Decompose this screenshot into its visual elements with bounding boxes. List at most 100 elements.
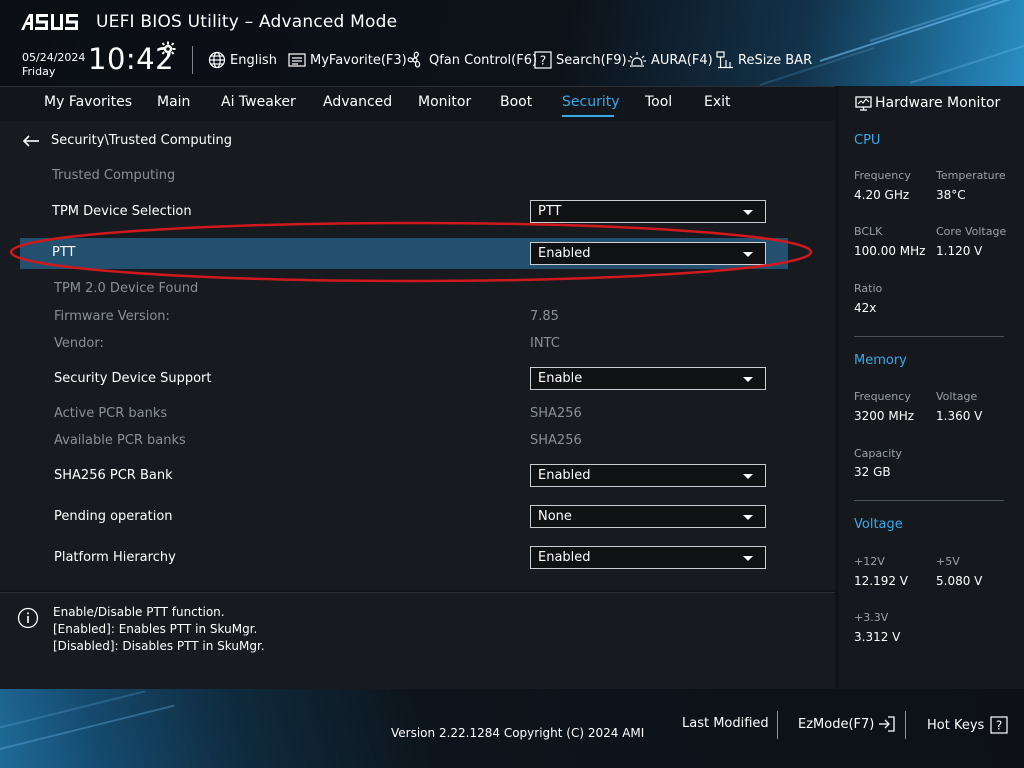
menu-bar: My Favorites Main Ai Tweaker Advanced Mo… <box>0 86 835 122</box>
resize-bar-button[interactable]: ReSize BAR <box>716 50 812 70</box>
platform-hierarchy-dropdown[interactable]: Enabled <box>530 546 766 569</box>
vendor-label: Vendor: <box>54 336 104 351</box>
aura-button[interactable]: AURA(F4) <box>627 50 713 70</box>
exit-to-ezmode-icon <box>879 716 896 732</box>
available-pcr-banks-value: SHA256 <box>530 433 582 448</box>
bclk-label: BCLK <box>854 225 883 238</box>
ptt-dropdown[interactable]: Enabled <box>530 242 766 265</box>
asus-logo <box>21 14 78 30</box>
memory-frequency-value: 3200 MHz <box>854 409 915 423</box>
capacity-value: 32 GB <box>854 465 891 479</box>
app-title: UEFI BIOS Utility – Advanced Mode <box>96 12 398 32</box>
bclk-value: 100.00 MHz <box>854 244 926 258</box>
voltage-heading: Voltage <box>854 517 903 532</box>
ezmode-button[interactable]: EzMode(F7) <box>798 716 896 732</box>
top-header: UEFI BIOS Utility – Advanced Mode 05/24/… <box>0 0 1024 86</box>
myfavorite-button[interactable]: MyFavorite(F3) <box>288 50 407 70</box>
firmware-version-value: 7.85 <box>530 309 559 324</box>
info-icon <box>17 607 39 629</box>
platform-hierarchy-value: Enabled <box>538 550 591 565</box>
version-text: Version 2.22.1284 Copyright (C) 2024 AMI <box>391 726 645 740</box>
tab-security[interactable]: Security <box>562 94 620 110</box>
v33-value: 3.312 V <box>854 630 901 644</box>
security-device-support-label: Security Device Support <box>54 371 212 386</box>
memory-frequency-label: Frequency <box>854 390 911 403</box>
pending-operation-dropdown[interactable]: None <box>530 505 766 528</box>
settings-pane: Security\Trusted Computing Trusted Compu… <box>0 121 835 590</box>
back-arrow-icon[interactable] <box>22 134 40 148</box>
cpu-temperature-label: Temperature <box>936 169 1006 182</box>
v12-label: +12V <box>854 555 885 568</box>
memory-voltage-value: 1.360 V <box>936 409 983 423</box>
ratio-label: Ratio <box>854 282 883 295</box>
tpm-device-selection-value: PTT <box>538 204 562 219</box>
hot-keys-button[interactable]: Hot Keys ? <box>927 716 1008 734</box>
decor-streak <box>819 0 1024 62</box>
v5-value: 5.080 V <box>936 574 983 588</box>
chevron-down-icon <box>743 210 753 215</box>
ezmode-label: EzMode(F7) <box>798 716 875 732</box>
footer-divider <box>905 711 906 739</box>
chevron-down-icon <box>743 556 753 561</box>
tab-ai-tweaker[interactable]: Ai Tweaker <box>221 94 296 110</box>
tab-exit[interactable]: Exit <box>704 94 731 110</box>
ratio-value: 42x <box>854 301 877 315</box>
cpu-frequency-label: Frequency <box>854 169 911 182</box>
qfan-label: Qfan Control(F6) <box>429 52 538 68</box>
last-modified-button[interactable]: Last Modified <box>682 716 769 731</box>
tpm-found-label: TPM 2.0 Device Found <box>54 281 199 296</box>
last-modified-label: Last Modified <box>682 716 769 731</box>
hardware-monitor-panel: Hardware Monitor CPU Frequency 4.20 GHz … <box>839 86 1024 689</box>
chevron-down-icon <box>743 515 753 520</box>
v33-label: +3.3V <box>854 611 889 624</box>
tab-main[interactable]: Main <box>157 94 190 110</box>
section-title: Trusted Computing <box>52 168 176 183</box>
footer-divider <box>777 711 778 739</box>
svg-text:?: ? <box>540 54 546 68</box>
help-text-line: [Enabled]: Enables PTT in SkuMgr. <box>53 622 258 636</box>
aura-light-icon <box>628 52 646 67</box>
memory-voltage-label: Voltage <box>936 390 978 403</box>
cpu-heading: CPU <box>854 133 881 148</box>
tab-monitor[interactable]: Monitor <box>418 94 471 110</box>
svg-text:?: ? <box>996 719 1002 733</box>
aura-label: AURA(F4) <box>651 52 713 68</box>
search-button[interactable]: ? Search(F9) <box>534 50 627 70</box>
capacity-label: Capacity <box>854 447 903 460</box>
pending-operation-value: None <box>538 509 572 524</box>
date-display: 05/24/2024 Friday <box>22 51 85 79</box>
search-label: Search(F9) <box>556 52 627 68</box>
firmware-version-label: Firmware Version: <box>54 309 170 324</box>
memory-heading: Memory <box>854 353 907 368</box>
core-voltage-value: 1.120 V <box>936 244 983 258</box>
header-divider <box>192 46 193 74</box>
v12-value: 12.192 V <box>854 574 909 588</box>
monitor-icon <box>855 96 872 111</box>
search-help-icon: ? <box>534 51 552 69</box>
active-pcr-banks-label: Active PCR banks <box>54 406 168 421</box>
available-pcr-banks-label: Available PCR banks <box>54 433 186 448</box>
ptt-label: PTT <box>52 245 76 260</box>
chevron-down-icon <box>743 377 753 382</box>
security-device-support-dropdown[interactable]: Enable <box>530 367 766 390</box>
day-text: Friday <box>22 65 56 78</box>
language-button[interactable]: English <box>208 50 277 70</box>
tab-my-favorites[interactable]: My Favorites <box>44 94 132 110</box>
myfavorite-label: MyFavorite(F3) <box>310 52 407 68</box>
gear-icon[interactable] <box>160 41 176 57</box>
decor-streak <box>0 704 175 755</box>
favorite-list-icon <box>288 53 306 67</box>
active-tab-indicator <box>562 115 614 117</box>
help-question-icon: ? <box>990 716 1008 734</box>
sha256-pcr-bank-dropdown[interactable]: Enabled <box>530 464 766 487</box>
hw-divider <box>854 500 1004 501</box>
chevron-down-icon <box>743 252 753 257</box>
tpm-device-selection-dropdown[interactable]: PTT <box>530 200 766 223</box>
tab-tool[interactable]: Tool <box>645 94 672 110</box>
help-pane: Enable/Disable PTT function. [Enabled]: … <box>0 592 835 690</box>
qfan-control-button[interactable]: Qfan Control(F6) <box>405 50 537 70</box>
pending-operation-label: Pending operation <box>54 509 173 524</box>
tab-boot[interactable]: Boot <box>500 94 532 110</box>
core-voltage-label: Core Voltage <box>936 225 1007 238</box>
tab-advanced[interactable]: Advanced <box>323 94 392 110</box>
